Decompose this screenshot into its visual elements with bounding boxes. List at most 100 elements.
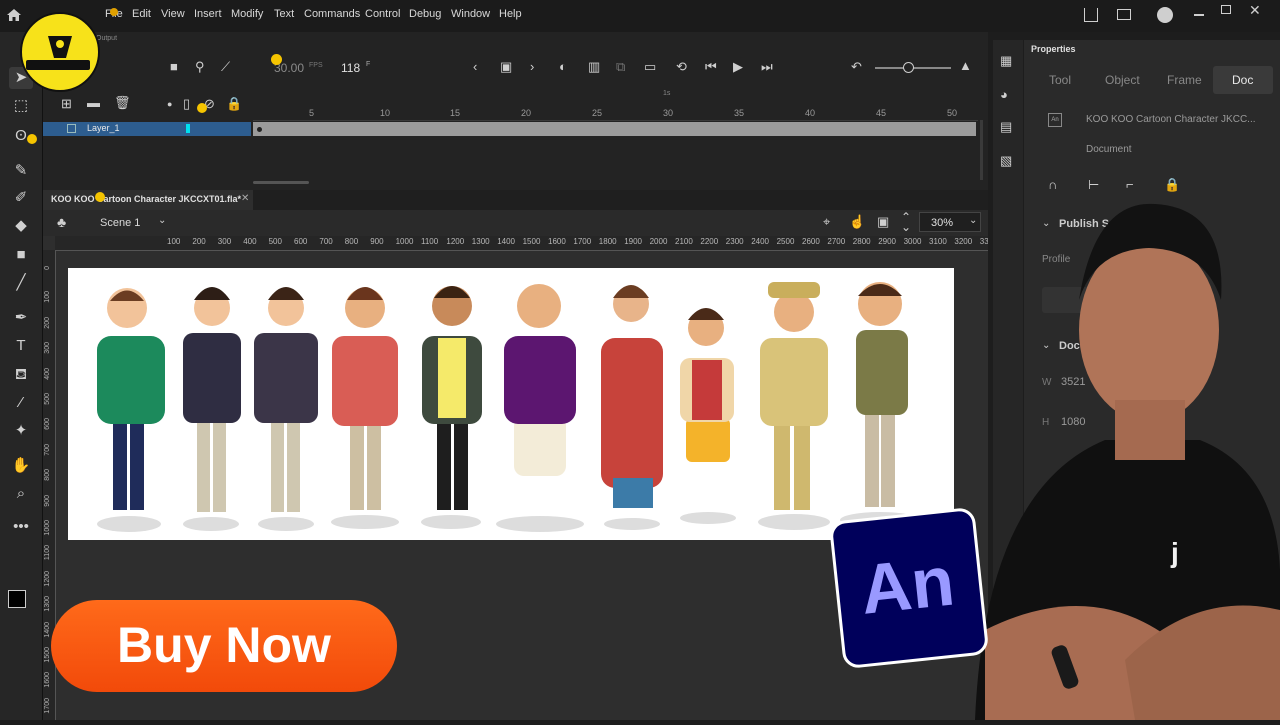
layer-parenting-icon[interactable]: ⚲: [195, 60, 205, 74]
undo-view-icon[interactable]: ↶: [851, 60, 862, 74]
orange-dot: [110, 8, 118, 16]
eraser-icon[interactable]: ◆: [9, 215, 33, 237]
current-frame[interactable]: 118: [341, 61, 360, 75]
menu-commands[interactable]: Commands: [304, 8, 360, 20]
assets-panel-icon[interactable]: ▧: [1000, 154, 1012, 168]
step-forward-icon[interactable]: ⏭: [761, 60, 773, 74]
snap-icon[interactable]: ⌖: [823, 214, 830, 230]
timeline-vscrollbar[interactable]: [980, 120, 983, 180]
workspace-icon[interactable]: [1117, 9, 1131, 20]
line-tool-icon[interactable]: ╱: [9, 272, 33, 294]
layer-color-indicator[interactable]: [186, 124, 190, 133]
delete-layer-icon[interactable]: 🗑: [114, 96, 131, 110]
scene-dropdown-icon[interactable]: ⌄: [158, 215, 166, 226]
tab-doc-active[interactable]: Doc: [1213, 66, 1273, 94]
prev-keyframe-icon[interactable]: ‹: [473, 60, 477, 74]
menu-help[interactable]: Help: [499, 8, 522, 20]
brush-icon[interactable]: ✎: [9, 160, 33, 182]
paint-bucket-icon[interactable]: ⛾: [9, 364, 33, 386]
menu-text[interactable]: Text: [274, 8, 294, 20]
menu-modify[interactable]: Modify: [231, 8, 263, 20]
fit-timeline-icon[interactable]: ▲: [959, 59, 972, 73]
buy-now-button[interactable]: Buy Now: [51, 600, 397, 692]
tab-doc[interactable]: Doc: [1232, 73, 1253, 87]
stroke-color-swatch[interactable]: [8, 590, 26, 608]
yellow-dot: [27, 134, 37, 144]
document-tab-title[interactable]: KOO KOO Cartoon Character JKCCXT01.fla*: [51, 194, 241, 204]
step-back-icon[interactable]: ⏮: [705, 60, 717, 74]
pen-tool-icon[interactable]: ✒: [9, 307, 33, 329]
menu-debug[interactable]: Debug: [409, 8, 441, 20]
share-icon[interactable]: [1084, 8, 1098, 22]
menu-control[interactable]: Control: [365, 8, 400, 20]
new-folder-icon[interactable]: ▬: [87, 96, 100, 110]
adobe-animate-logo: An: [828, 506, 990, 670]
hruler-label: 1600: [548, 237, 566, 246]
align-panel-icon[interactable]: ▤: [1000, 120, 1012, 134]
next-keyframe-icon[interactable]: ›: [530, 60, 534, 74]
pin-tool-icon[interactable]: ✦: [9, 420, 33, 442]
timeline-zoom-handle[interactable]: [903, 62, 914, 73]
hruler-label: 900: [370, 237, 384, 246]
insert-keyframe-icon[interactable]: ▣: [500, 60, 512, 74]
hruler-label: 1800: [598, 237, 617, 246]
menu-insert[interactable]: Insert: [194, 8, 222, 20]
rotate-stage-icon[interactable]: ☝: [849, 214, 865, 230]
paint-brush-icon[interactable]: ✐: [9, 187, 33, 209]
vruler-label: 300: [44, 342, 51, 354]
outline-layer-icon[interactable]: ▯: [183, 97, 190, 111]
new-layer-icon[interactable]: ⊞: [61, 97, 72, 111]
stage-canvas[interactable]: [68, 268, 954, 540]
color-panel-icon[interactable]: ◕: [1000, 88, 1008, 102]
character-10: [840, 282, 920, 528]
camera-icon[interactable]: ■: [170, 60, 178, 74]
tab-close-icon[interactable]: ✕: [241, 193, 249, 204]
menu-edit[interactable]: Edit: [132, 8, 151, 20]
highlight-layer-icon[interactable]: ●: [167, 97, 172, 111]
output-tab[interactable]: Output: [96, 35, 117, 42]
minimize-icon[interactable]: [1194, 14, 1204, 16]
ruler-45: 45: [876, 108, 887, 118]
tab-tool[interactable]: Tool: [1049, 73, 1071, 87]
edit-multiple-icon[interactable]: ⧉: [616, 60, 625, 74]
onion-skin-icon[interactable]: ◐: [559, 60, 567, 74]
graph-icon[interactable]: ⟋: [221, 60, 230, 74]
eyedropper-icon[interactable]: ⁄: [9, 392, 33, 414]
keyframe-marker[interactable]: [257, 127, 262, 132]
presenter-photo: j: [945, 190, 1280, 720]
tab-object[interactable]: Object: [1105, 73, 1140, 87]
hand-tool-icon[interactable]: ✋: [9, 455, 33, 477]
layer-name[interactable]: Layer_1: [87, 123, 120, 133]
scene-clubs-icon[interactable]: ♣: [57, 214, 66, 230]
frame-span[interactable]: [253, 122, 976, 136]
test-movie-icon[interactable]: [1157, 7, 1173, 23]
clip-content-icon[interactable]: ▣: [877, 214, 889, 230]
free-transform-icon[interactable]: ⬚: [9, 95, 33, 117]
properties-title[interactable]: Properties: [1031, 44, 1076, 54]
close-icon[interactable]: ✕: [1249, 2, 1261, 19]
timeline-hscrollbar[interactable]: [253, 181, 309, 184]
text-tool-icon[interactable]: T: [9, 335, 33, 357]
lock-layer-icon[interactable]: 🔒: [226, 97, 242, 111]
library-icon[interactable]: ▦: [1000, 54, 1012, 68]
create-tween-icon[interactable]: ▭: [644, 60, 656, 74]
tools-panel: ➤ ⬚ ʘ ✎ ✐ ◆ ■ ╱ ✒ T ⛾ ⁄ ✦ ✋ ⌕ •••: [0, 32, 43, 720]
play-icon[interactable]: ▶: [733, 60, 743, 74]
zoom-tool-icon[interactable]: ⌕: [9, 483, 33, 505]
tab-frame[interactable]: Frame: [1167, 73, 1202, 87]
menu-window[interactable]: Window: [451, 8, 490, 20]
frame-ruler[interactable]: [253, 102, 978, 121]
scene-name[interactable]: Scene 1: [100, 217, 140, 229]
more-tools-icon[interactable]: •••: [9, 516, 33, 538]
vruler-label: 600: [44, 418, 51, 431]
loop-icon[interactable]: ⟲: [676, 60, 687, 74]
vruler-label: 700: [44, 443, 51, 456]
layer-row[interactable]: Layer_1: [43, 122, 251, 136]
onion-outline-icon[interactable]: ▥: [588, 60, 600, 74]
restore-icon[interactable]: [1221, 5, 1231, 14]
center-stage-icon[interactable]: ⌃ ⌄: [901, 211, 911, 233]
rectangle-tool-icon[interactable]: ■: [9, 244, 33, 266]
menu-view[interactable]: View: [161, 8, 185, 20]
document-tab[interactable]: KOO KOO Cartoon Character JKCCXT01.fla* …: [43, 190, 253, 210]
home-icon[interactable]: [6, 8, 22, 22]
